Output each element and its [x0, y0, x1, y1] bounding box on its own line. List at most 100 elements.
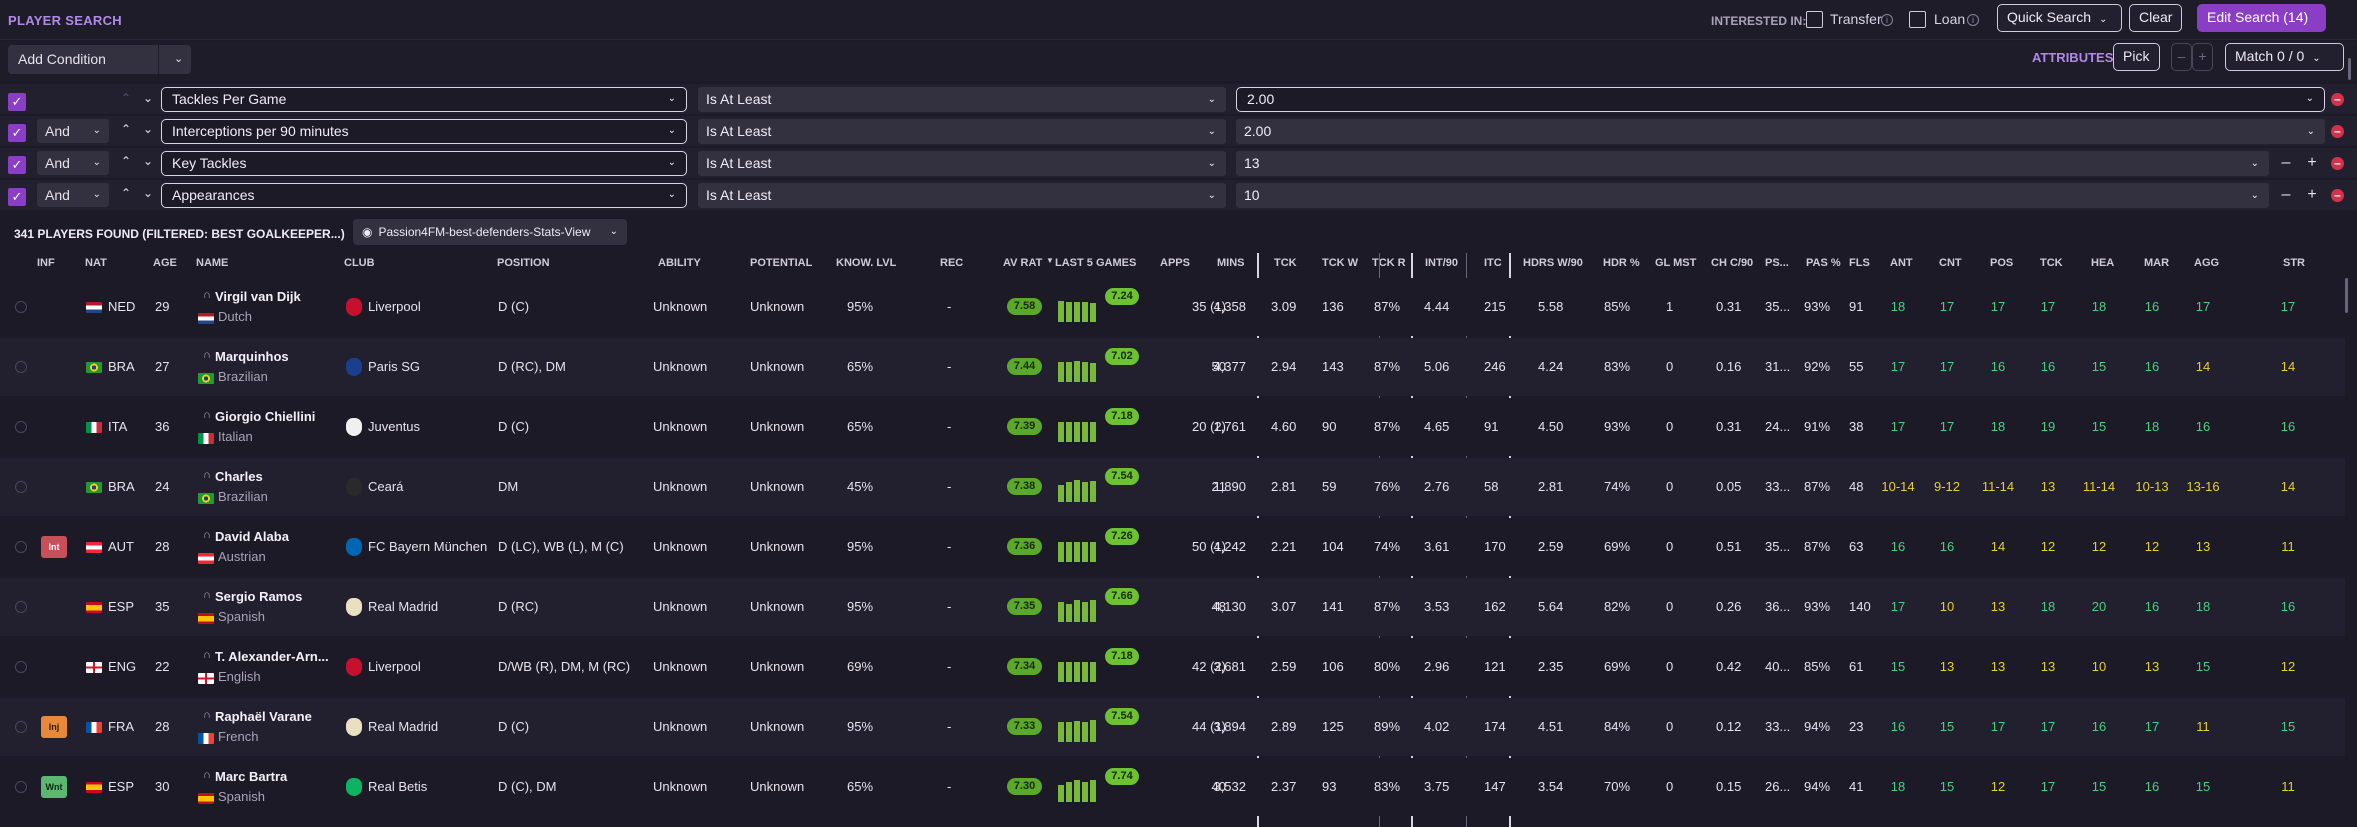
club-name[interactable]: Liverpool — [368, 299, 421, 314]
column-header[interactable]: POS — [1990, 257, 2013, 269]
club-name[interactable]: Liverpool — [368, 659, 421, 674]
select-dot[interactable] — [15, 421, 27, 433]
view-select[interactable]: ◉ Passion4FM-best-defenders-Stats-View ⌄ — [353, 219, 627, 245]
column-header[interactable]: ANT — [1890, 257, 1913, 269]
column-header[interactable]: KNOW. LVL — [836, 257, 896, 269]
column-header[interactable]: STR — [2283, 257, 2305, 269]
move-up-icon[interactable]: ⌃ — [121, 154, 131, 168]
condition-checkbox[interactable]: ✓ — [8, 93, 26, 111]
attribute-minus-button[interactable]: – — [2171, 43, 2192, 71]
table-scrollbar[interactable] — [2345, 278, 2348, 313]
player-name[interactable]: David Alaba — [215, 529, 289, 544]
select-dot[interactable] — [15, 481, 27, 493]
condition-value-select[interactable]: 10 ⌄ — [1236, 183, 2269, 208]
value-decrement-button[interactable]: – — [2277, 185, 2295, 205]
condition-operator-select[interactable]: Is At Least ⌄ — [698, 183, 1226, 208]
column-header[interactable]: PAS % — [1806, 257, 1841, 269]
value-increment-button[interactable]: + — [2303, 185, 2321, 205]
column-header[interactable]: HDRS W/90 — [1523, 257, 1583, 269]
select-dot[interactable] — [15, 541, 27, 553]
column-header[interactable]: TCK R — [1372, 257, 1406, 269]
column-header[interactable]: MAR — [2144, 257, 2169, 269]
column-header[interactable]: TCK — [1274, 257, 1297, 269]
condition-join-select[interactable]: And ⌄ — [37, 151, 109, 175]
condition-join-select[interactable]: And ⌄ — [37, 183, 109, 207]
edit-search-button[interactable]: Edit Search (14) — [2197, 4, 2326, 32]
column-header[interactable]: TCK — [2040, 257, 2063, 269]
condition-operator-select[interactable]: Is At Least ⌄ — [698, 87, 1226, 112]
table-row[interactable]: ESP 35 ∩ Sergio Ramos Spanish Real Madrid D (R… — [0, 578, 2345, 636]
column-header[interactable]: TCK W — [1322, 257, 1358, 269]
info-icon[interactable]: i — [1881, 14, 1893, 26]
column-header[interactable]: LAST 5 GAMES — [1055, 257, 1136, 269]
column-header[interactable]: CH C/90 — [1711, 257, 1753, 269]
info-icon[interactable]: i — [1967, 14, 1979, 26]
value-decrement-button[interactable]: – — [2277, 153, 2295, 173]
remove-condition-icon[interactable]: – — [2331, 93, 2344, 106]
condition-field-select[interactable]: Interceptions per 90 minutes ⌄ — [161, 119, 687, 144]
player-name[interactable]: Virgil van Dijk — [215, 289, 301, 304]
add-condition-dropdown[interactable]: Add Condition ⌄ — [8, 45, 191, 74]
column-header[interactable]: ABILITY — [658, 257, 701, 269]
column-header[interactable]: PS... — [1765, 257, 1789, 269]
table-row[interactable]: Wnt ESP 30 ∩ Marc Bartra Spanish Real Betis D (… — [0, 758, 2345, 816]
column-header[interactable]: APPS — [1160, 257, 1190, 269]
condition-field-select[interactable]: Key Tackles ⌄ — [161, 151, 687, 176]
condition-operator-select[interactable]: Is At Least ⌄ — [698, 151, 1226, 176]
select-dot[interactable] — [15, 721, 27, 733]
select-dot[interactable] — [15, 781, 27, 793]
remove-condition-icon[interactable]: – — [2331, 157, 2344, 170]
club-name[interactable]: Juventus — [368, 419, 420, 434]
move-down-icon[interactable]: ⌄ — [143, 91, 153, 105]
condition-join-select[interactable]: And ⌄ — [37, 119, 109, 143]
clear-button[interactable]: Clear — [2129, 4, 2182, 32]
condition-value-select[interactable]: 2.00 ⌄ — [1236, 87, 2325, 112]
club-name[interactable]: Real Madrid — [368, 719, 438, 734]
attribute-plus-button[interactable]: + — [2192, 43, 2213, 71]
player-name[interactable]: Marquinhos — [215, 349, 289, 364]
club-name[interactable]: FC Bayern München — [368, 539, 487, 554]
column-header[interactable]: GL MST — [1655, 257, 1696, 269]
condition-checkbox[interactable]: ✓ — [8, 188, 26, 206]
column-header[interactable]: NAME — [196, 257, 228, 269]
select-dot[interactable] — [15, 601, 27, 613]
club-name[interactable]: Real Betis — [368, 779, 427, 794]
transfer-checkbox[interactable] — [1806, 11, 1823, 28]
match-dropdown[interactable]: Match 0 / 0 ⌄ — [2225, 43, 2344, 71]
select-dot[interactable] — [15, 661, 27, 673]
club-name[interactable]: Real Madrid — [368, 599, 438, 614]
pick-button[interactable]: Pick — [2113, 43, 2160, 71]
player-name[interactable]: T. Alexander-Arn... — [215, 649, 329, 664]
table-row[interactable]: BRA 24 ∩ Charles Brazilian Ceará DM Unknown Unkn… — [0, 458, 2345, 516]
condition-field-select[interactable]: Appearances ⌄ — [161, 183, 687, 208]
table-row[interactable]: Inj FRA 28 ∩ Raphaël Varane French Real Madrid… — [0, 698, 2345, 756]
condition-value-select[interactable]: 2.00 ⌄ — [1236, 119, 2325, 144]
condition-field-select[interactable]: Tackles Per Game ⌄ — [161, 87, 687, 112]
move-down-icon[interactable]: ⌄ — [143, 154, 153, 168]
table-row[interactable]: NED 29 ∩ Virgil van Dijk Dutch Liverpool D (C)… — [0, 278, 2345, 336]
quick-search-button[interactable]: Quick Search ⌄ — [1997, 4, 2122, 32]
loan-checkbox[interactable] — [1909, 11, 1926, 28]
column-header[interactable]: MINS — [1217, 257, 1245, 269]
column-header[interactable]: INF — [37, 257, 55, 269]
condition-value-select[interactable]: 13 ⌄ — [1236, 151, 2269, 176]
column-header[interactable]: FLS — [1849, 257, 1870, 269]
column-header[interactable]: POTENTIAL — [750, 257, 812, 269]
column-header[interactable]: POSITION — [497, 257, 550, 269]
column-header[interactable]: AGE — [153, 257, 177, 269]
filter-scrollbar[interactable] — [2348, 58, 2351, 80]
player-name[interactable]: Sergio Ramos — [215, 589, 302, 604]
move-down-icon[interactable]: ⌄ — [143, 122, 153, 136]
remove-condition-icon[interactable]: – — [2331, 189, 2344, 202]
select-dot[interactable] — [15, 301, 27, 313]
select-dot[interactable] — [15, 361, 27, 373]
column-header[interactable]: HDR % — [1603, 257, 1640, 269]
column-header[interactable]: INT/90 — [1425, 257, 1458, 269]
condition-checkbox[interactable]: ✓ — [8, 156, 26, 174]
move-up-icon[interactable]: ⌃ — [121, 186, 131, 200]
column-header[interactable]: ITC — [1484, 257, 1502, 269]
table-row[interactable]: ITA 36 ∩ Giorgio Chiellini Italian Juventus D … — [0, 398, 2345, 456]
move-down-icon[interactable]: ⌄ — [143, 186, 153, 200]
column-header[interactable]: CNT — [1939, 257, 1962, 269]
column-header[interactable]: AGG — [2194, 257, 2219, 269]
